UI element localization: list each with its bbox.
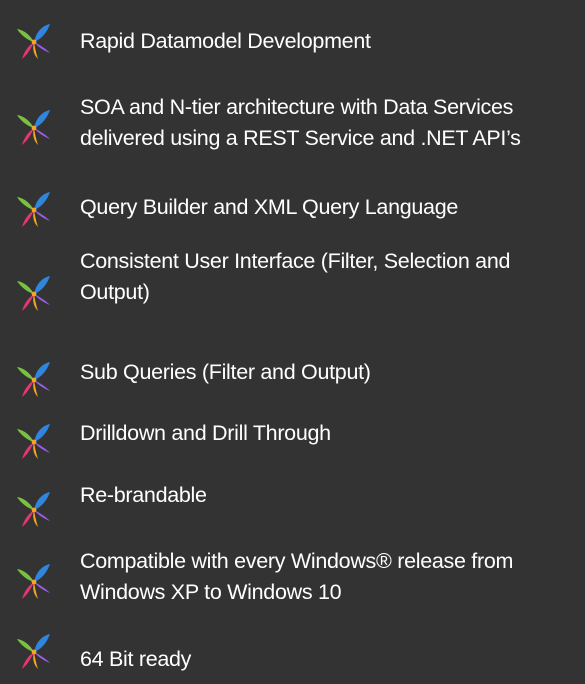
feature-text: Re-brandable [80,483,207,507]
pinwheel-bullet-icon [16,488,52,530]
pinwheel-bullet-icon [16,272,52,314]
feature-text: Sub Queries (Filter and Output) [80,360,371,384]
pinwheel-bullet-icon [16,20,52,62]
feature-text: Consistent User Interface (Filter, Selec… [80,249,511,304]
feature-list: Rapid Datamodel Development SOA and N-ti… [0,0,585,684]
feature-text: 64 Bit ready [80,647,192,671]
feature-text: Drilldown and Drill Through [80,421,331,445]
pinwheel-bullet-icon [16,420,52,462]
pinwheel-bullet-icon [16,630,52,672]
pinwheel-bullet-icon [16,560,52,602]
pinwheel-bullet-icon [16,188,52,230]
feature-text: Rapid Datamodel Development [80,29,371,53]
pinwheel-bullet-icon [16,358,52,400]
pinwheel-bullet-icon [16,106,52,148]
feature-text: Compatible with every Windows® release f… [80,549,514,604]
feature-text: SOA and N-tier architecture with Data Se… [80,95,521,150]
feature-text: Query Builder and XML Query Language [80,195,459,219]
